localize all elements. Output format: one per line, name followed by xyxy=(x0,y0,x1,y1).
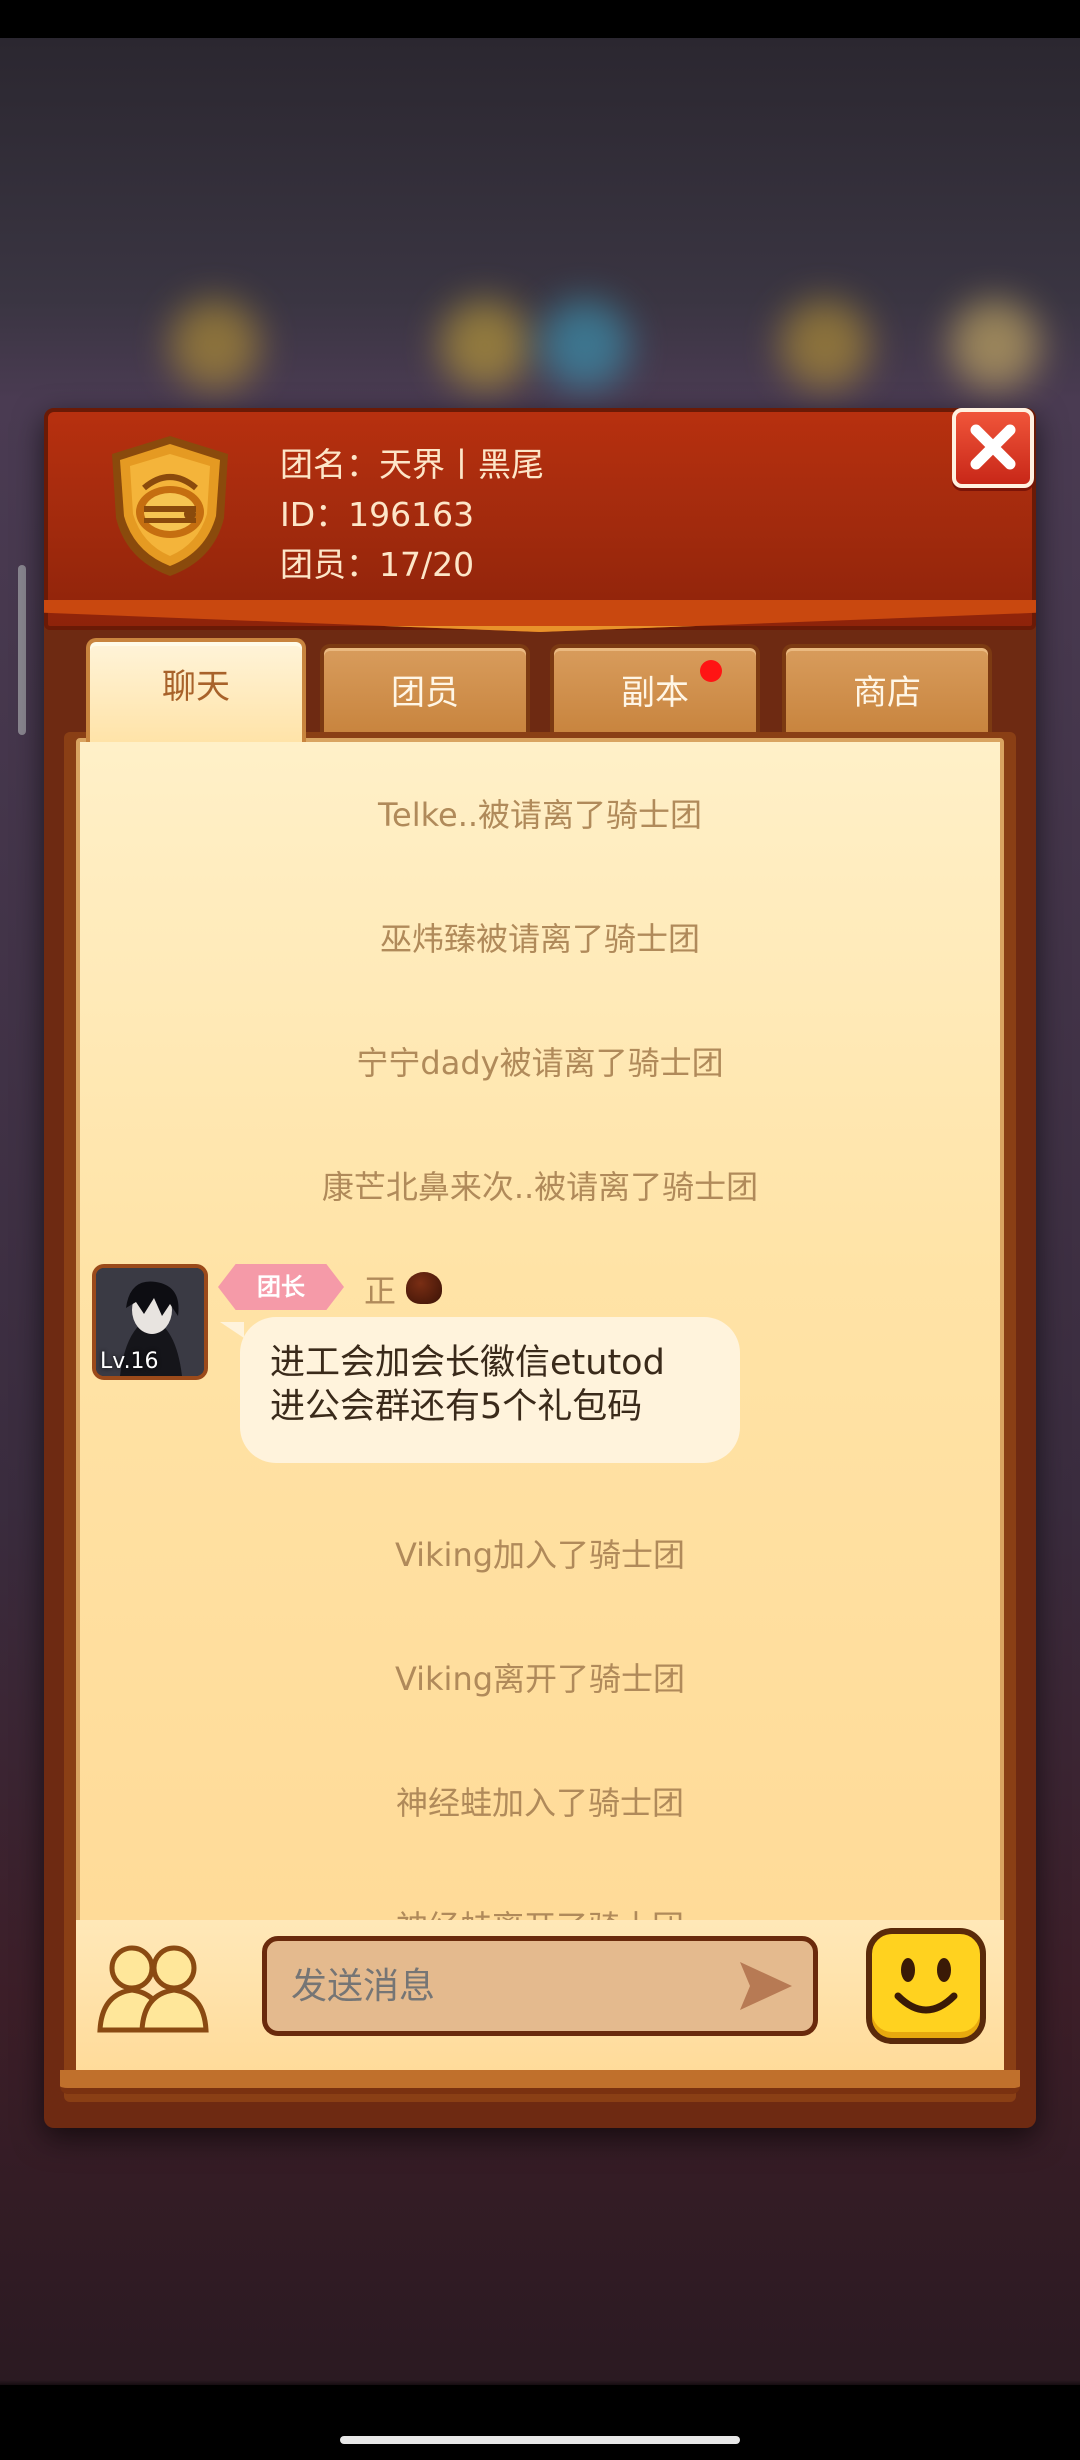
scroll-indicator[interactable] xyxy=(18,565,26,735)
bubble-tail xyxy=(220,1322,244,1338)
guild-member-count: 团员：17/20 xyxy=(280,545,475,584)
chestnut-icon xyxy=(406,1272,442,1304)
chat-message-line: 进公会群还有5个礼包码 xyxy=(270,1387,643,1427)
system-message: Telke..被请离了骑士团 xyxy=(377,796,703,834)
tab-members[interactable]: 团员 xyxy=(320,644,530,734)
system-message: 巫炜臻被请离了骑士团 xyxy=(379,920,700,958)
game-screen: 团名：天界丨黑尾 ID：196163 团员：17/20 聊天 团员 副本 商店 … xyxy=(0,0,1080,2460)
chat-message-line: 进工会加会长徽信etutod xyxy=(270,1343,665,1383)
tab-dungeon[interactable]: 副本 xyxy=(550,644,760,734)
background-blur xyxy=(540,300,630,390)
system-message: 神经蛙加入了骑士团 xyxy=(395,1784,684,1822)
system-message: 康芒北鼻来次..被请离了骑士团 xyxy=(321,1168,759,1206)
chat-bubble[interactable]: 进工会加会长徽信etutod 进公会群还有5个礼包码 xyxy=(240,1317,740,1463)
close-icon xyxy=(970,424,1016,470)
guild-id: ID：196163 xyxy=(280,495,475,534)
avatar[interactable]: Lv.16 xyxy=(92,1264,208,1380)
system-message: 宁宁dady被请离了骑士团 xyxy=(356,1044,724,1082)
sender-name[interactable]: 正 xyxy=(364,1266,396,1312)
background-blur xyxy=(170,300,260,390)
status-bar xyxy=(0,0,1080,38)
background-blur xyxy=(950,300,1040,390)
smiley-icon xyxy=(894,1958,958,2014)
guild-info: 团名：天界丨黑尾 ID：196163 团员：17/20 xyxy=(280,440,544,590)
message-input[interactable] xyxy=(262,1936,818,2036)
knight-helmet-shield-icon xyxy=(112,436,228,576)
tab-chat[interactable]: 聊天 xyxy=(86,638,306,742)
tab-bar: 聊天 团员 副本 商店 xyxy=(80,638,1000,742)
notification-dot xyxy=(700,660,722,682)
people-icon[interactable] xyxy=(94,1938,210,2038)
navigation-bar xyxy=(0,2385,1080,2460)
chat-log[interactable]: Telke..被请离了骑士团 巫炜臻被请离了骑士团 宁宁dady被请离了骑士团 … xyxy=(76,738,1004,2078)
background-blur xyxy=(780,300,870,390)
tab-shop[interactable]: 商店 xyxy=(782,644,992,734)
send-arrow-icon[interactable] xyxy=(736,1958,796,2014)
guild-name: 团名：天界丨黑尾 xyxy=(280,445,544,484)
system-message: Viking加入了骑士团 xyxy=(394,1536,686,1574)
avatar-level: Lv.16 xyxy=(100,1349,159,1374)
leader-badge: 团长 xyxy=(218,1264,344,1310)
background-blur xyxy=(440,300,530,390)
home-indicator[interactable] xyxy=(340,2436,740,2444)
system-message: Viking离开了骑士团 xyxy=(394,1660,686,1698)
panel-bottom-trim xyxy=(60,2070,1020,2094)
emoji-button[interactable] xyxy=(866,1928,986,2044)
close-button[interactable] xyxy=(952,408,1034,488)
